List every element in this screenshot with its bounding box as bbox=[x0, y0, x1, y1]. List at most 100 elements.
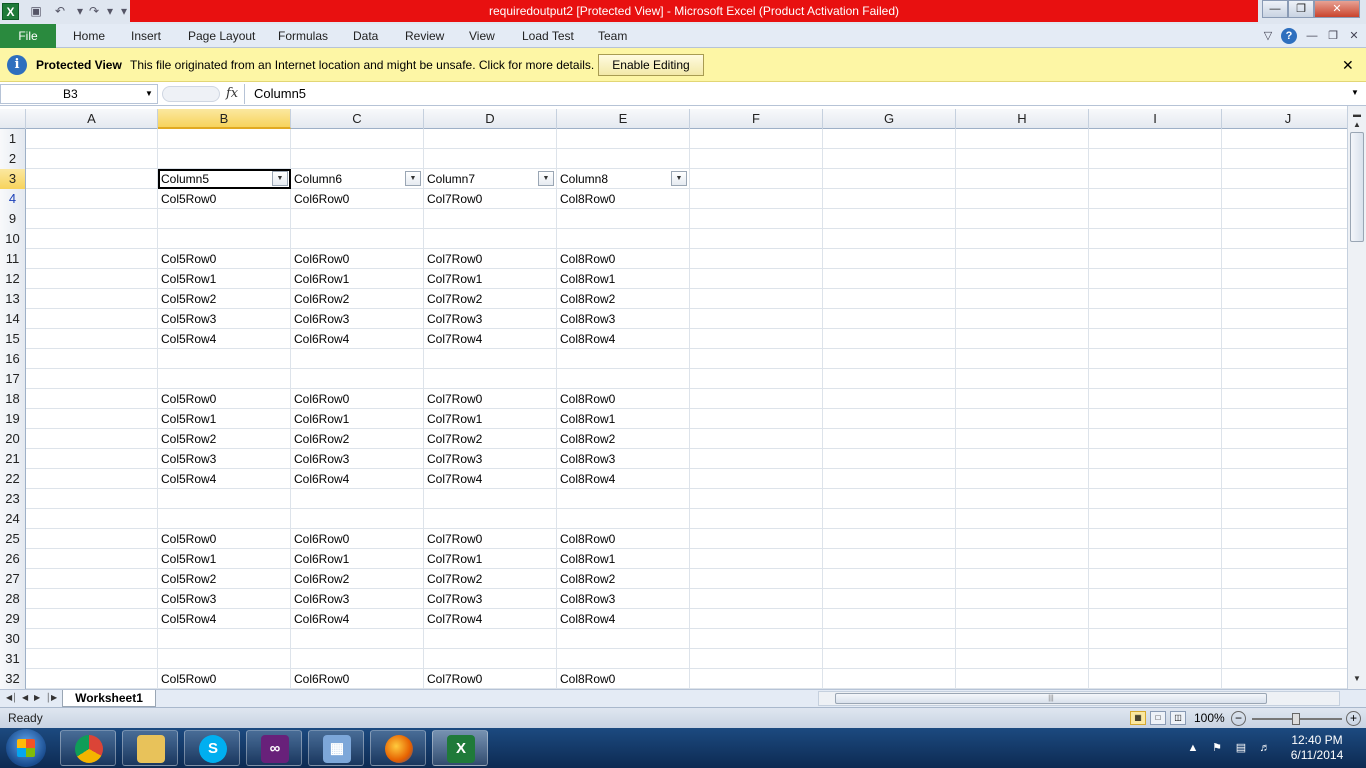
grid-cell[interactable] bbox=[1222, 529, 1347, 549]
grid-cell[interactable]: Col6Row4 bbox=[291, 469, 424, 489]
grid-cell[interactable]: Col5Row2 bbox=[158, 289, 291, 309]
insert-function-icon[interactable]: fx bbox=[226, 85, 238, 103]
grid-cell[interactable]: Col6Row0 bbox=[291, 389, 424, 409]
filter-dropdown-icon[interactable]: ▼ bbox=[405, 171, 421, 186]
grid-cell[interactable]: Col6Row3 bbox=[291, 309, 424, 329]
grid-cell[interactable] bbox=[956, 469, 1089, 489]
grid-cell[interactable] bbox=[1089, 549, 1222, 569]
grid-cell[interactable] bbox=[1089, 589, 1222, 609]
zoom-slider-thumb[interactable] bbox=[1292, 713, 1300, 725]
grid-cell[interactable] bbox=[1089, 629, 1222, 649]
taskbar-chrome[interactable] bbox=[60, 730, 116, 766]
grid-cell[interactable] bbox=[424, 129, 557, 149]
grid-cell[interactable] bbox=[291, 369, 424, 389]
grid-cell[interactable]: Col6Row3 bbox=[291, 449, 424, 469]
grid-cell[interactable] bbox=[1089, 429, 1222, 449]
row-header[interactable]: 26 bbox=[0, 549, 26, 569]
excel-app-icon[interactable]: X bbox=[2, 3, 19, 20]
tab-formulas[interactable]: Formulas bbox=[278, 24, 328, 48]
grid-cell[interactable] bbox=[557, 369, 690, 389]
grid-cell[interactable]: Col8Row2 bbox=[557, 429, 690, 449]
grid-cell[interactable] bbox=[823, 169, 956, 189]
grid-cell[interactable] bbox=[690, 189, 823, 209]
grid-cell[interactable] bbox=[1222, 649, 1347, 669]
grid-cell[interactable] bbox=[956, 529, 1089, 549]
grid-cell[interactable] bbox=[1089, 669, 1222, 689]
grid-cell[interactable] bbox=[1089, 269, 1222, 289]
grid-cell[interactable] bbox=[158, 349, 291, 369]
grid-cell[interactable]: Col7Row0 bbox=[424, 529, 557, 549]
grid-cell[interactable]: Col8Row2 bbox=[557, 569, 690, 589]
doc-minimize-icon[interactable]: — bbox=[1304, 28, 1320, 44]
grid-cell[interactable] bbox=[1089, 509, 1222, 529]
row-header[interactable]: 9 bbox=[0, 209, 26, 229]
grid-cell[interactable] bbox=[1089, 149, 1222, 169]
grid-cell[interactable] bbox=[956, 649, 1089, 669]
enable-editing-button[interactable]: Enable Editing bbox=[598, 54, 704, 76]
grid-cell[interactable] bbox=[557, 629, 690, 649]
grid-cell[interactable] bbox=[823, 649, 956, 669]
row-header[interactable]: 18 bbox=[0, 389, 26, 409]
grid-cell[interactable] bbox=[26, 229, 158, 249]
grid-cell[interactable] bbox=[424, 649, 557, 669]
grid-cell[interactable] bbox=[26, 269, 158, 289]
grid-cell[interactable] bbox=[26, 669, 158, 689]
show-hidden-icons-icon[interactable]: ▲ bbox=[1186, 741, 1200, 755]
scroll-thumb[interactable] bbox=[1350, 132, 1364, 242]
tab-file[interactable]: File bbox=[0, 24, 56, 48]
grid-cell[interactable]: Col7Row2 bbox=[424, 289, 557, 309]
grid-cell[interactable]: Col8Row4 bbox=[557, 469, 690, 489]
protected-view-message[interactable]: This file originated from an Internet lo… bbox=[130, 58, 594, 72]
grid-cell[interactable] bbox=[690, 569, 823, 589]
grid-cell[interactable] bbox=[1089, 389, 1222, 409]
grid-cell[interactable] bbox=[956, 329, 1089, 349]
grid-cell[interactable]: Col8Row1 bbox=[557, 549, 690, 569]
page-break-preview-icon[interactable]: ◫ bbox=[1170, 711, 1186, 725]
grid-cell[interactable]: Col5Row1 bbox=[158, 269, 291, 289]
grid-cell[interactable] bbox=[26, 649, 158, 669]
grid-cell[interactable] bbox=[1222, 169, 1347, 189]
grid-cell[interactable]: Col6Row4 bbox=[291, 329, 424, 349]
select-all-corner[interactable] bbox=[0, 109, 26, 129]
grid-cell[interactable] bbox=[690, 329, 823, 349]
row-header[interactable]: 21 bbox=[0, 449, 26, 469]
row-header[interactable]: 28 bbox=[0, 589, 26, 609]
grid-cell[interactable] bbox=[956, 669, 1089, 689]
grid-cell[interactable] bbox=[823, 569, 956, 589]
grid-cell[interactable] bbox=[690, 449, 823, 469]
grid-cell[interactable] bbox=[1089, 229, 1222, 249]
grid-cell[interactable] bbox=[956, 269, 1089, 289]
grid-cell[interactable] bbox=[823, 309, 956, 329]
grid-cell[interactable]: Col5Row0 bbox=[158, 529, 291, 549]
grid-cell[interactable] bbox=[26, 329, 158, 349]
grid-cell[interactable] bbox=[158, 369, 291, 389]
grid-cell[interactable] bbox=[424, 149, 557, 169]
next-sheet-icon[interactable]: ▶ bbox=[34, 691, 40, 705]
grid-cell[interactable] bbox=[1222, 269, 1347, 289]
row-header[interactable]: 29 bbox=[0, 609, 26, 629]
grid-cell[interactable] bbox=[956, 229, 1089, 249]
grid-cell[interactable] bbox=[291, 489, 424, 509]
row-header[interactable]: 24 bbox=[0, 509, 26, 529]
grid-cell[interactable] bbox=[26, 209, 158, 229]
grid-cell[interactable] bbox=[690, 429, 823, 449]
grid-cell[interactable]: Col8Row3 bbox=[557, 589, 690, 609]
grid-cell[interactable]: Col8Row1 bbox=[557, 409, 690, 429]
grid-cell[interactable] bbox=[26, 469, 158, 489]
grid-cell[interactable] bbox=[1089, 189, 1222, 209]
row-header[interactable]: 31 bbox=[0, 649, 26, 669]
grid-cell[interactable]: Col7Row1 bbox=[424, 549, 557, 569]
column-header-h[interactable]: H bbox=[956, 109, 1089, 129]
grid-cell[interactable]: Col5Row3 bbox=[158, 449, 291, 469]
grid-cell[interactable]: Col8Row4 bbox=[557, 329, 690, 349]
row-header[interactable]: 10 bbox=[0, 229, 26, 249]
grid-cell[interactable] bbox=[557, 509, 690, 529]
taskbar-network-app[interactable]: ▦ bbox=[308, 730, 364, 766]
grid-cell[interactable] bbox=[557, 149, 690, 169]
grid-cell[interactable] bbox=[823, 529, 956, 549]
grid-cell[interactable] bbox=[956, 509, 1089, 529]
start-button[interactable] bbox=[6, 729, 46, 767]
grid-cell[interactable] bbox=[26, 409, 158, 429]
grid-cell[interactable] bbox=[690, 589, 823, 609]
grid-cell[interactable] bbox=[690, 529, 823, 549]
